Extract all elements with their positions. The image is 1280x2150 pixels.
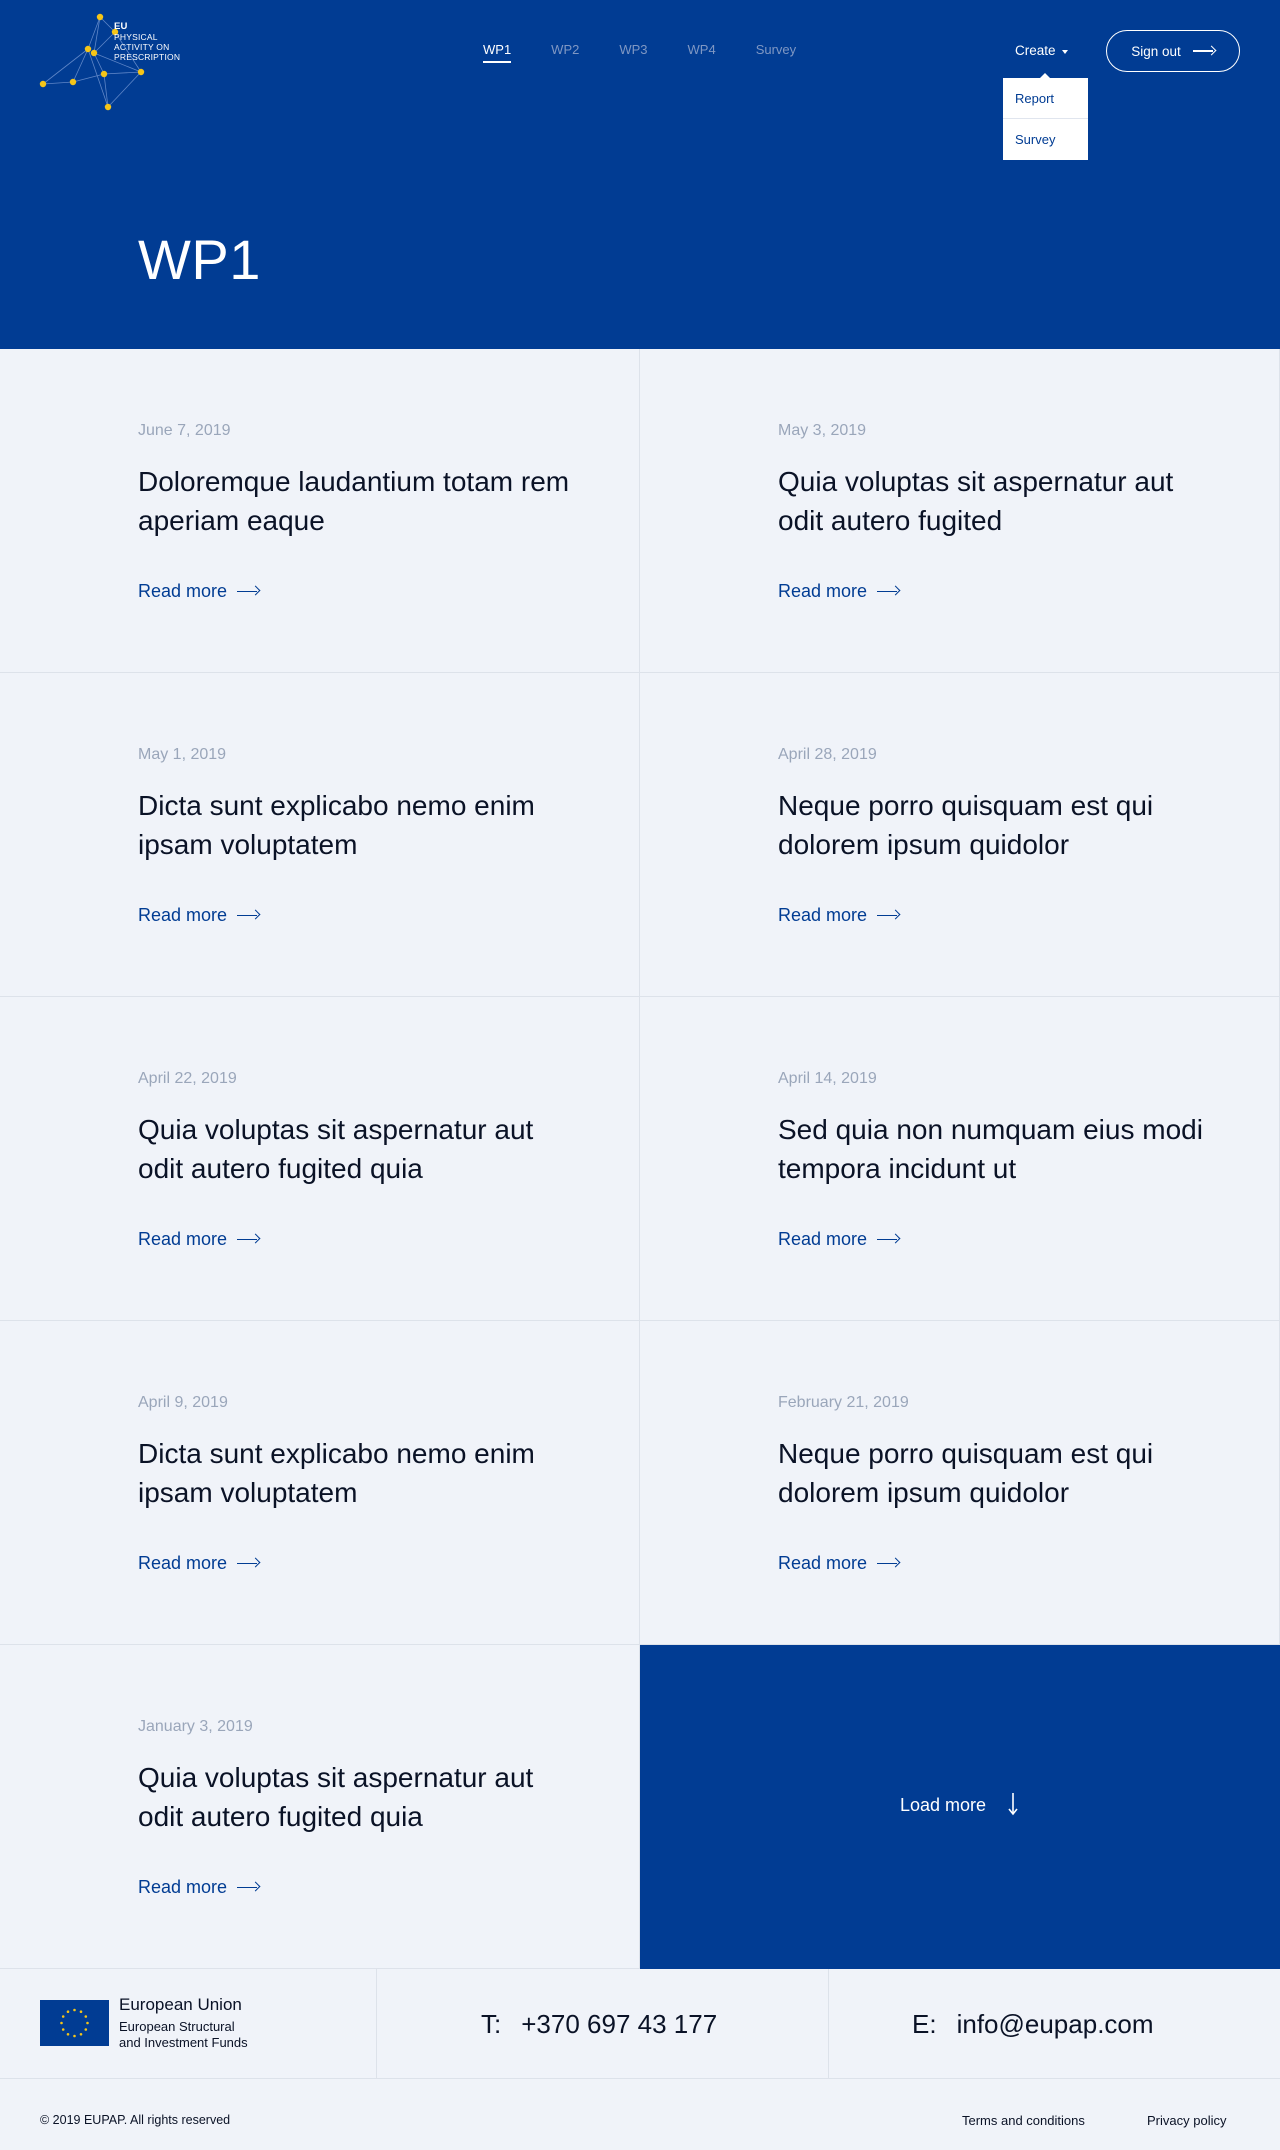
article-card: April 28, 2019 Neque porro quisquam est … [640, 673, 1280, 997]
sign-out-label: Sign out [1131, 43, 1181, 59]
eu-flag-icon [40, 2000, 109, 2046]
phone-number: +370 697 43 177 [521, 2009, 718, 2039]
logo-line-1: EU [114, 21, 128, 32]
article-title: Sed quia non numquam eius modi tempora i… [778, 1114, 1203, 1184]
copyright-text: © 2019 EUPAP. All rights reserved [40, 2113, 231, 2127]
logo-text: EU PHYSICAL ACTIVITY ON PRESCRIPTION [114, 21, 181, 63]
article-date: February 21, 2019 [778, 1394, 909, 1411]
create-menu-button[interactable]: Create [1015, 43, 1068, 58]
article-date: May 1, 2019 [138, 746, 227, 763]
terms-link[interactable]: Terms and conditions [962, 2113, 1085, 2128]
nav-item-wp3[interactable]: WP3 [619, 42, 647, 63]
phone-key: T: [481, 2009, 502, 2039]
read-more-link[interactable]: Read more [778, 1553, 899, 1574]
read-more-link[interactable]: Read more [138, 1877, 259, 1898]
article-date: April 22, 2019 [138, 1070, 237, 1087]
arrow-right-icon [877, 1235, 899, 1245]
caret-down-icon [1061, 49, 1068, 54]
create-label: Create [1015, 43, 1056, 58]
read-more-link[interactable]: Read more [778, 905, 899, 926]
article-title: Quia voluptas sit aspernatur aut odit au… [778, 466, 1174, 536]
main-nav: WP1 WP2 WP3 WP4 Survey [483, 42, 836, 63]
article-date: April 28, 2019 [778, 746, 877, 763]
read-more-label: Read more [138, 1877, 228, 1897]
read-more-link[interactable]: Read more [138, 1553, 259, 1574]
article-card: April 9, 2019 Dicta sunt explicabo nemo … [0, 1321, 640, 1645]
read-more-label: Read more [778, 1229, 868, 1249]
read-more-label: Read more [138, 581, 228, 601]
article-card: April 14, 2019 Sed quia non numquam eius… [640, 997, 1280, 1321]
email-cell: E: info@eupap.com [829, 1969, 1280, 2079]
article-title: Quia voluptas sit aspernatur aut odit au… [138, 1762, 534, 1832]
eu-funding-cell: European Union European Structural and I… [0, 1969, 377, 2079]
footer: European Union European Structural and I… [0, 1969, 1280, 2150]
article-date: January 3, 2019 [138, 1718, 253, 1735]
read-more-link[interactable]: Read more [138, 581, 259, 602]
arrow-right-icon [237, 1235, 259, 1245]
arrow-right-icon [237, 1559, 259, 1569]
create-dropdown: Report Survey [1003, 73, 1088, 160]
email-key: E: [912, 2009, 937, 2039]
eu-funding-text: European Union European Structural and I… [119, 1995, 248, 2051]
article-card: May 1, 2019 Dicta sunt explicabo nemo en… [0, 673, 640, 997]
dropdown-item-report[interactable]: Report [1003, 78, 1088, 119]
article-date: April 14, 2019 [778, 1070, 877, 1087]
read-more-label: Read more [138, 1229, 228, 1249]
phone-cell: T: +370 697 43 177 [377, 1969, 829, 2079]
article-card: February 21, 2019 Neque porro quisquam e… [640, 1321, 1280, 1645]
read-more-label: Read more [778, 1553, 868, 1573]
arrow-down-icon [1008, 1793, 1018, 1816]
nav-item-wp4[interactable]: WP4 [688, 42, 716, 63]
read-more-label: Read more [138, 1553, 228, 1573]
read-more-link[interactable]: Read more [138, 905, 259, 926]
load-more-label: Load more [900, 1795, 987, 1815]
logo-line-2: PHYSICAL [114, 32, 158, 42]
arrow-right-icon [237, 1883, 259, 1893]
read-more-link[interactable]: Read more [778, 581, 899, 602]
read-more-link[interactable]: Read more [778, 1229, 899, 1250]
article-title: Doloremque laudantium totam rem aperiam … [138, 466, 570, 536]
read-more-label: Read more [138, 905, 228, 925]
article-title: Dicta sunt explicabo nemo enim ipsam vol… [138, 1438, 535, 1508]
page-title: WP1 [138, 228, 261, 291]
header-hero: EU PHYSICAL ACTIVITY ON PRESCRIPTION WP1… [0, 0, 1280, 349]
sign-out-button[interactable]: Sign out [1106, 30, 1240, 72]
privacy-link[interactable]: Privacy policy [1147, 2113, 1226, 2128]
eu-title: European Union [119, 1995, 242, 2014]
article-grid: June 7, 2019 Doloremque laudantium totam… [0, 349, 1280, 1969]
article-date: April 9, 2019 [138, 1394, 228, 1411]
article-card: January 3, 2019 Quia voluptas sit aspern… [0, 1645, 640, 1969]
article-date: June 7, 2019 [138, 422, 231, 439]
eu-subtitle-1: European Structural [119, 2019, 235, 2034]
eu-subtitle-2: and Investment Funds [119, 2035, 248, 2050]
nav-item-wp2[interactable]: WP2 [551, 42, 579, 63]
load-more-button[interactable]: Load more [640, 1645, 1280, 1969]
arrow-right-icon [237, 911, 259, 921]
article-card: May 3, 2019 Quia voluptas sit aspernatur… [640, 349, 1280, 673]
arrow-right-icon [237, 587, 259, 597]
nav-item-wp1[interactable]: WP1 [483, 42, 512, 63]
article-title: Quia voluptas sit aspernatur aut odit au… [138, 1114, 534, 1184]
article-title: Neque porro quisquam est qui dolorem ips… [778, 1438, 1154, 1508]
email-address: info@eupap.com [956, 2009, 1154, 2039]
dropdown-item-survey[interactable]: Survey [1003, 119, 1088, 160]
logo-line-3: ACTIVITY ON [114, 42, 170, 52]
email-contact[interactable]: E: info@eupap.com [912, 2009, 1154, 2040]
logo-line-4: PRESCRIPTION [114, 52, 181, 62]
arrow-right-icon [877, 911, 899, 921]
read-more-link[interactable]: Read more [138, 1229, 259, 1250]
article-title: Neque porro quisquam est qui dolorem ips… [778, 790, 1154, 860]
nav-item-survey[interactable]: Survey [756, 42, 796, 63]
read-more-label: Read more [778, 581, 868, 601]
read-more-label: Read more [778, 905, 868, 925]
phone-contact[interactable]: T: +370 697 43 177 [481, 2009, 717, 2040]
arrow-right-icon [877, 587, 899, 597]
article-title: Dicta sunt explicabo nemo enim ipsam vol… [138, 790, 535, 860]
arrow-right-icon [877, 1559, 899, 1569]
article-card: June 7, 2019 Doloremque laudantium totam… [0, 349, 640, 673]
article-card: April 22, 2019 Quia voluptas sit asperna… [0, 997, 640, 1321]
article-date: May 3, 2019 [778, 422, 867, 439]
arrow-right-icon [1192, 46, 1215, 56]
